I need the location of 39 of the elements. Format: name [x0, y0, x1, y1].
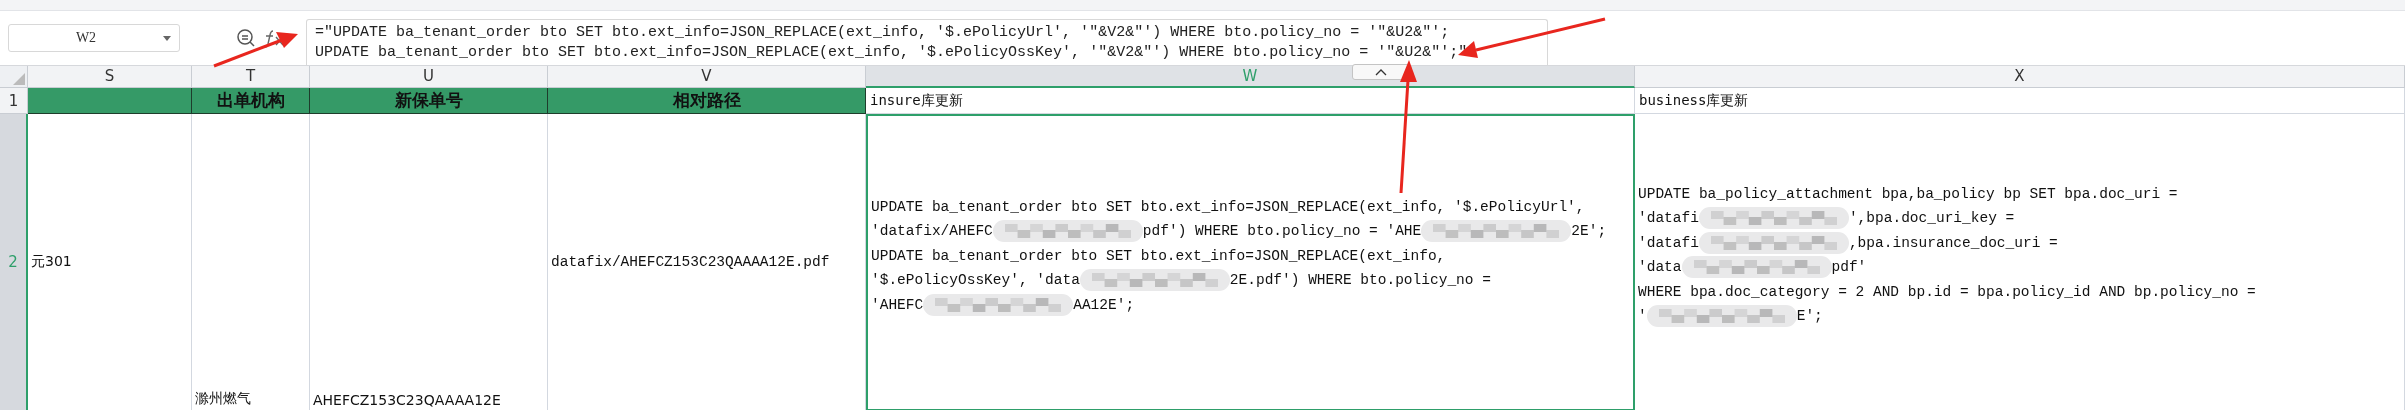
sql-text: AA12E'; [1073, 296, 1135, 313]
header-cell: 新保单号 [310, 88, 548, 114]
zoom-icon[interactable] [236, 28, 256, 48]
sql-text: UPDATE ba_tenant_order bto SET bto.ext_info=JSON_REPLACE(ext_info, '$.ePolicyUrl', [871, 198, 1585, 215]
header-cell: 相对路径 [548, 88, 866, 114]
sql-text: 'datafi [1638, 210, 1699, 227]
sql-text: ,bpa.insurance_doc_uri = [1848, 234, 2058, 251]
column-header[interactable]: V [548, 66, 866, 88]
sql-text: pdf') WHERE bto.policy_no = 'AHE [1142, 223, 1422, 239]
chevron-up-icon [1375, 68, 1387, 76]
sql-text: 2E'; [1571, 223, 1607, 239]
sql-text: '$.ePolicyOssKey', 'data [871, 272, 1080, 288]
sql-text: ' [1638, 308, 1647, 325]
header-cell: 出单机构 [192, 88, 310, 114]
table-cell: insure库更新 [866, 88, 1635, 114]
sql-text: 'data [1638, 259, 1682, 276]
cell-text: datafix/AHEFCZ153C23QAAAA12E.pdf [551, 254, 830, 270]
sql-text: UPDATE ba_tenant_order bto SET bto.ext_info=JSON_REPLACE(ext_info, [871, 247, 1446, 264]
sql-text: 2E.pdf') WHERE bto.policy_no = [1229, 272, 1491, 288]
sql-text: 'datafi [1638, 234, 1699, 251]
sql-text: ',bpa.doc_uri_key = [1848, 210, 2015, 227]
collapse-button[interactable] [1352, 64, 1410, 80]
column-header[interactable]: T [192, 66, 310, 88]
table-cell: business库更新 [1635, 88, 2405, 114]
sql-text: UPDATE ba_policy_attachment bpa,ba_policy bp SET bpa.doc_uri = [1638, 185, 2178, 202]
column-header[interactable]: U [310, 66, 548, 88]
cell-text: AHEFCZ153C23QAAAA12E [313, 392, 501, 408]
caret-icon [163, 35, 171, 41]
sql-text: 'datafix/AHEFC [871, 223, 993, 239]
column-header[interactable]: S [28, 66, 192, 88]
sql-text: pdf' [1831, 259, 1867, 276]
cell-text: 滁州燃气 [195, 390, 251, 408]
sql-text: WHERE bpa.doc_category = 2 AND bp.id = bpa.policy_id AND bp.policy_no = [1638, 283, 2256, 300]
cell-text: 元301 [31, 253, 72, 271]
column-header[interactable]: X [1635, 66, 2405, 88]
sql-text: E'; [1796, 308, 1823, 325]
name-box[interactable]: W2 [8, 24, 180, 52]
sql-text: 'AHEFC [871, 296, 924, 313]
row-header[interactable]: 1 [0, 88, 28, 114]
